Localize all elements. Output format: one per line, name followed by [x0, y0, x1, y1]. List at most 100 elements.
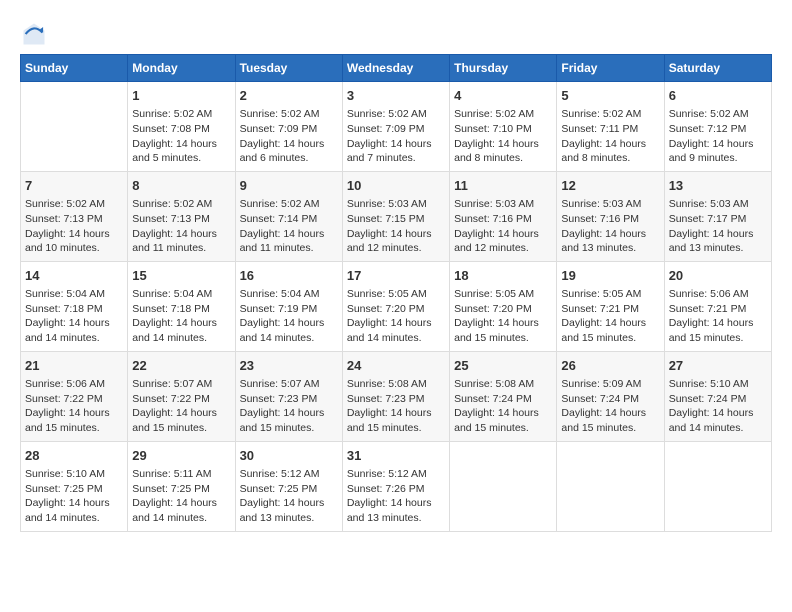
calendar-cell: 24 Sunrise: 5:08 AM Sunset: 7:23 PM Dayli… [342, 351, 449, 441]
day-info: Sunrise: 5:02 AM Sunset: 7:09 PM Dayligh… [240, 107, 338, 166]
page-header [20, 20, 772, 48]
calendar-cell: 22 Sunrise: 5:07 AM Sunset: 7:22 PM Dayli… [128, 351, 235, 441]
day-number: 4 [454, 87, 552, 105]
week-row-2: 7 Sunrise: 5:02 AM Sunset: 7:13 PM Daylig… [21, 171, 772, 261]
day-info: Sunrise: 5:02 AM Sunset: 7:08 PM Dayligh… [132, 107, 230, 166]
week-row-3: 14 Sunrise: 5:04 AM Sunset: 7:18 PM Dayli… [21, 261, 772, 351]
calendar-cell: 3Sunrise: 5:02 AM Sunset: 7:09 PM Daylig… [342, 82, 449, 172]
day-number: 18 [454, 267, 552, 285]
header-row: SundayMondayTuesdayWednesdayThursdayFrid… [21, 55, 772, 82]
day-info: Sunrise: 5:06 AM Sunset: 7:22 PM Dayligh… [25, 377, 123, 436]
day-info: Sunrise: 5:10 AM Sunset: 7:25 PM Dayligh… [25, 467, 123, 526]
day-number: 16 [240, 267, 338, 285]
day-number: 26 [561, 357, 659, 375]
day-number: 28 [25, 447, 123, 465]
calendar-cell: 15 Sunrise: 5:04 AM Sunset: 7:18 PM Dayli… [128, 261, 235, 351]
calendar-cell: 28 Sunrise: 5:10 AM Sunset: 7:25 PM Dayli… [21, 441, 128, 531]
day-info: Sunrise: 5:03 AM Sunset: 7:16 PM Dayligh… [454, 197, 552, 256]
day-info: Sunrise: 5:08 AM Sunset: 7:24 PM Dayligh… [454, 377, 552, 436]
day-info: Sunrise: 5:12 AM Sunset: 7:25 PM Dayligh… [240, 467, 338, 526]
day-info: Sunrise: 5:02 AM Sunset: 7:11 PM Dayligh… [561, 107, 659, 166]
calendar-cell: 11 Sunrise: 5:03 AM Sunset: 7:16 PM Dayli… [450, 171, 557, 261]
week-row-5: 28 Sunrise: 5:10 AM Sunset: 7:25 PM Dayli… [21, 441, 772, 531]
day-number: 19 [561, 267, 659, 285]
day-info: Sunrise: 5:07 AM Sunset: 7:22 PM Dayligh… [132, 377, 230, 436]
day-number: 5 [561, 87, 659, 105]
calendar-table: SundayMondayTuesdayWednesdayThursdayFrid… [20, 54, 772, 532]
day-info: Sunrise: 5:02 AM Sunset: 7:10 PM Dayligh… [454, 107, 552, 166]
day-info: Sunrise: 5:04 AM Sunset: 7:18 PM Dayligh… [132, 287, 230, 346]
day-info: Sunrise: 5:04 AM Sunset: 7:18 PM Dayligh… [25, 287, 123, 346]
day-number: 30 [240, 447, 338, 465]
day-number: 25 [454, 357, 552, 375]
day-info: Sunrise: 5:05 AM Sunset: 7:21 PM Dayligh… [561, 287, 659, 346]
calendar-cell: 12Sunrise: 5:03 AM Sunset: 7:16 PM Dayli… [557, 171, 664, 261]
day-number: 6 [669, 87, 767, 105]
day-number: 13 [669, 177, 767, 195]
day-number: 29 [132, 447, 230, 465]
header-wednesday: Wednesday [342, 55, 449, 82]
day-info: Sunrise: 5:05 AM Sunset: 7:20 PM Dayligh… [347, 287, 445, 346]
week-row-4: 21 Sunrise: 5:06 AM Sunset: 7:22 PM Dayli… [21, 351, 772, 441]
calendar-cell: 18 Sunrise: 5:05 AM Sunset: 7:20 PM Dayli… [450, 261, 557, 351]
calendar-cell: 4 Sunrise: 5:02 AM Sunset: 7:10 PM Daylig… [450, 82, 557, 172]
day-number: 2 [240, 87, 338, 105]
day-number: 14 [25, 267, 123, 285]
logo [20, 20, 52, 48]
day-info: Sunrise: 5:02 AM Sunset: 7:12 PM Dayligh… [669, 107, 767, 166]
day-number: 15 [132, 267, 230, 285]
calendar-cell: 25 Sunrise: 5:08 AM Sunset: 7:24 PM Dayli… [450, 351, 557, 441]
day-number: 9 [240, 177, 338, 195]
header-saturday: Saturday [664, 55, 771, 82]
day-number: 22 [132, 357, 230, 375]
day-number: 7 [25, 177, 123, 195]
header-monday: Monday [128, 55, 235, 82]
calendar-cell: 23Sunrise: 5:07 AM Sunset: 7:23 PM Dayli… [235, 351, 342, 441]
calendar-cell: 7 Sunrise: 5:02 AM Sunset: 7:13 PM Daylig… [21, 171, 128, 261]
logo-icon [20, 20, 48, 48]
day-number: 24 [347, 357, 445, 375]
day-number: 20 [669, 267, 767, 285]
day-info: Sunrise: 5:05 AM Sunset: 7:20 PM Dayligh… [454, 287, 552, 346]
calendar-cell [557, 441, 664, 531]
day-number: 23 [240, 357, 338, 375]
day-info: Sunrise: 5:04 AM Sunset: 7:19 PM Dayligh… [240, 287, 338, 346]
day-info: Sunrise: 5:02 AM Sunset: 7:13 PM Dayligh… [132, 197, 230, 256]
day-info: Sunrise: 5:11 AM Sunset: 7:25 PM Dayligh… [132, 467, 230, 526]
calendar-header: SundayMondayTuesdayWednesdayThursdayFrid… [21, 55, 772, 82]
calendar-cell: 9 Sunrise: 5:02 AM Sunset: 7:14 PM Daylig… [235, 171, 342, 261]
day-info: Sunrise: 5:03 AM Sunset: 7:16 PM Dayligh… [561, 197, 659, 256]
calendar-cell: 10Sunrise: 5:03 AM Sunset: 7:15 PM Dayli… [342, 171, 449, 261]
calendar-cell: 19 Sunrise: 5:05 AM Sunset: 7:21 PM Dayli… [557, 261, 664, 351]
day-number: 21 [25, 357, 123, 375]
day-number: 11 [454, 177, 552, 195]
day-number: 8 [132, 177, 230, 195]
calendar-cell: 13 Sunrise: 5:03 AM Sunset: 7:17 PM Dayli… [664, 171, 771, 261]
day-info: Sunrise: 5:03 AM Sunset: 7:17 PM Dayligh… [669, 197, 767, 256]
day-number: 27 [669, 357, 767, 375]
calendar-cell: 20 Sunrise: 5:06 AM Sunset: 7:21 PM Dayli… [664, 261, 771, 351]
day-info: Sunrise: 5:10 AM Sunset: 7:24 PM Dayligh… [669, 377, 767, 436]
day-number: 1 [132, 87, 230, 105]
calendar-body: 1 Sunrise: 5:02 AM Sunset: 7:08 PM Daylig… [21, 82, 772, 532]
day-info: Sunrise: 5:09 AM Sunset: 7:24 PM Dayligh… [561, 377, 659, 436]
header-tuesday: Tuesday [235, 55, 342, 82]
calendar-cell: 8 Sunrise: 5:02 AM Sunset: 7:13 PM Daylig… [128, 171, 235, 261]
header-sunday: Sunday [21, 55, 128, 82]
week-row-1: 1 Sunrise: 5:02 AM Sunset: 7:08 PM Daylig… [21, 82, 772, 172]
header-friday: Friday [557, 55, 664, 82]
calendar-cell: 31Sunrise: 5:12 AM Sunset: 7:26 PM Dayli… [342, 441, 449, 531]
calendar-cell: 1 Sunrise: 5:02 AM Sunset: 7:08 PM Daylig… [128, 82, 235, 172]
calendar-cell: 16 Sunrise: 5:04 AM Sunset: 7:19 PM Dayli… [235, 261, 342, 351]
calendar-cell: 6 Sunrise: 5:02 AM Sunset: 7:12 PM Daylig… [664, 82, 771, 172]
calendar-cell: 26 Sunrise: 5:09 AM Sunset: 7:24 PM Dayli… [557, 351, 664, 441]
calendar-cell: 2 Sunrise: 5:02 AM Sunset: 7:09 PM Daylig… [235, 82, 342, 172]
day-info: Sunrise: 5:06 AM Sunset: 7:21 PM Dayligh… [669, 287, 767, 346]
calendar-cell: 17 Sunrise: 5:05 AM Sunset: 7:20 PM Dayli… [342, 261, 449, 351]
day-info: Sunrise: 5:02 AM Sunset: 7:14 PM Dayligh… [240, 197, 338, 256]
day-info: Sunrise: 5:02 AM Sunset: 7:13 PM Dayligh… [25, 197, 123, 256]
day-number: 31 [347, 447, 445, 465]
day-number: 17 [347, 267, 445, 285]
calendar-cell: 5 Sunrise: 5:02 AM Sunset: 7:11 PM Daylig… [557, 82, 664, 172]
day-info: Sunrise: 5:08 AM Sunset: 7:23 PM Dayligh… [347, 377, 445, 436]
